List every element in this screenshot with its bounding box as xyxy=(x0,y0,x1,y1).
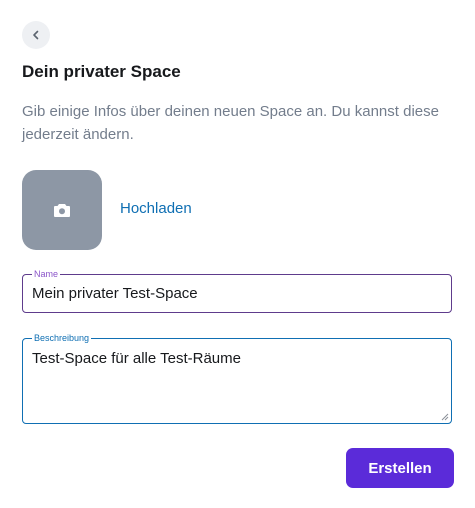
chevron-left-icon xyxy=(33,30,39,40)
page-title: Dein privater Space xyxy=(22,62,181,81)
name-field[interactable]: Name Mein privater Test-Space xyxy=(22,269,452,313)
description-field-label: Beschreibung xyxy=(32,333,92,344)
camera-icon xyxy=(54,203,70,217)
name-field-label: Name xyxy=(32,269,61,280)
avatar-upload[interactable] xyxy=(22,170,102,250)
description-field[interactable]: Beschreibung Test-Space für alle Test-Rä… xyxy=(22,333,452,424)
create-space-dialog: Dein privater Space Gib einige Infos übe… xyxy=(0,0,475,508)
upload-link[interactable]: Hochladen xyxy=(120,200,192,217)
page-description: Gib einige Infos über deinen neuen Space… xyxy=(22,103,439,143)
create-button[interactable]: Erstellen xyxy=(346,448,454,488)
back-button[interactable] xyxy=(22,21,50,49)
description-field-value[interactable]: Test-Space für alle Test-Räume xyxy=(32,350,241,367)
resize-handle-icon[interactable] xyxy=(441,413,449,421)
name-field-value[interactable]: Mein privater Test-Space xyxy=(32,285,198,302)
